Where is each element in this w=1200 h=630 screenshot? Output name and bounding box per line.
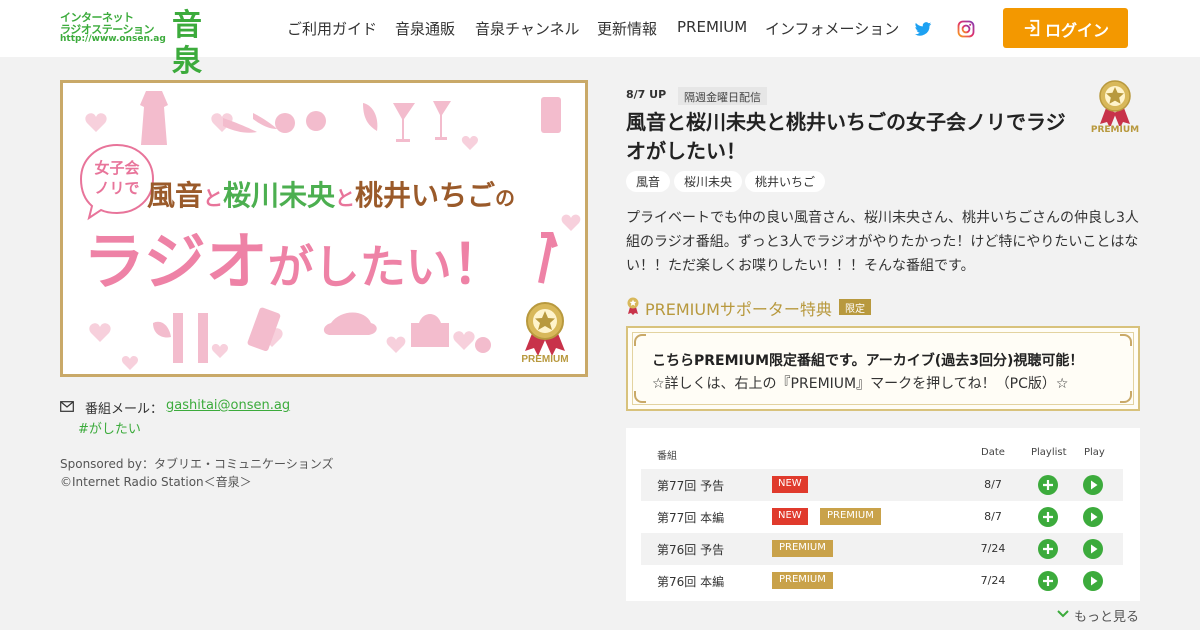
program-description: プライベートでも仲の良い風音さん、桜川未央さん、桃井いちごさんの仲良し3人組のラ… [626, 210, 1139, 274]
bubble-line2: ノリで [94, 180, 139, 197]
chevron-down-icon [1057, 610, 1069, 618]
main-line-c: ！ [452, 235, 506, 295]
episode-date: 8/7 [984, 478, 1002, 491]
premium-medal-icon [1099, 80, 1131, 128]
add-to-playlist-icon[interactable] [1038, 571, 1058, 591]
col-header-play: Play [1084, 447, 1105, 458]
nav-shop[interactable]: 音泉通販 [395, 18, 455, 40]
schedule-badge: 隔週金曜日配信 [678, 87, 767, 105]
new-badge: NEW [772, 476, 808, 493]
onsen-logo[interactable]: インターネット ラジオステーション http://www.onsen.ag 音泉 [60, 8, 220, 79]
episode-date: 7/24 [980, 574, 1006, 587]
episode-date: 7/24 [980, 542, 1006, 555]
nav-channel[interactable]: 音泉チャンネル [475, 18, 580, 40]
main-line-a: ラジオ [83, 228, 268, 297]
name-join-1: と [203, 188, 223, 210]
login-icon [1024, 19, 1040, 37]
play-icon[interactable] [1083, 539, 1103, 559]
name-momoi: 桃井いちご [355, 179, 495, 211]
instagram-icon[interactable] [957, 20, 975, 38]
twitter-icon[interactable] [914, 20, 932, 38]
episode-title: 第76回 予告 [657, 543, 725, 557]
logo-url: http://www.onsen.ag [60, 34, 166, 44]
name-sakuragawa: 桜川未央 [223, 180, 336, 211]
show-more-label: もっと見る [1074, 610, 1140, 625]
mail-label: 番組メール： [85, 402, 164, 417]
episode-table: 番組 Date Playlist Play 第77回 予告 NEW 8/7 第7… [626, 428, 1140, 601]
corner-ornament-icon [634, 334, 646, 346]
col-header-playlist: Playlist [1031, 447, 1067, 458]
sponsor-text: Sponsored by：タブリエ・コミュニケーションズ [60, 457, 334, 471]
decor-items-icon [140, 91, 561, 363]
login-button[interactable]: ログイン [1003, 8, 1128, 48]
add-to-playlist-icon[interactable] [1038, 539, 1058, 559]
cast-tag-momoi[interactable]: 桃井いちご [745, 171, 826, 192]
play-icon[interactable] [1083, 507, 1103, 527]
mail-address-link[interactable]: gashitai@onsen.ag [166, 398, 290, 413]
update-date: 8/7 UP [626, 88, 667, 101]
key-visual-artwork: 女子会 ノリで 風音と桜川未央と桃井いちごの ラジオがしたい！ PREMIUM [79, 91, 581, 370]
nav-guide[interactable]: ご利用ガイド [287, 18, 377, 40]
episode-title: 第77回 予告 [657, 479, 725, 493]
program-title: 風音と桜川未央と桃井いちごの女子会ノリでラジオがしたい！ [626, 110, 1066, 163]
main-title-art: ラジオがしたい！ [83, 228, 506, 297]
add-to-playlist-icon[interactable] [1038, 507, 1058, 527]
notice-line1: こちらPREMIUM限定番組です。アーカイブ(過去3回分)視聴可能！ [652, 353, 1084, 369]
cast-tag-sakuragawa[interactable]: 桜川未央 [674, 171, 743, 192]
episode-title: 第76回 本編 [657, 575, 725, 589]
premium-mark-label: PREMIUM [1090, 125, 1140, 135]
episode-date: 8/7 [984, 510, 1002, 523]
table-row: 第76回 本編 PREMIUM 7/24 [641, 565, 1123, 597]
supporter-label: PREMIUMサポーター特典 [645, 300, 832, 319]
supporter-medal-icon [627, 297, 639, 315]
col-header-program: 番組 [657, 451, 677, 462]
table-row: 第77回 予告 NEW 8/7 [641, 469, 1123, 501]
mail-icon [60, 401, 74, 412]
col-header-date: Date [981, 447, 1005, 458]
hashtag-link[interactable]: #がしたい [78, 418, 141, 437]
play-icon[interactable] [1083, 475, 1103, 495]
play-icon[interactable] [1083, 571, 1103, 591]
kv-premium-label: PREMIUM [521, 354, 568, 365]
premium-medal-icon [525, 302, 565, 356]
limited-badge: 限定 [839, 299, 871, 315]
nav-information[interactable]: インフォメーション [765, 18, 899, 40]
login-label: ログイン [1045, 21, 1110, 40]
premium-mark-button[interactable]: PREMIUM [1088, 80, 1142, 140]
name-kazane: 風音 [147, 179, 203, 211]
nav-updates[interactable]: 更新情報 [597, 18, 657, 40]
arrow-icon [538, 232, 558, 284]
table-row: 第77回 本編 NEW PREMIUM 8/7 [641, 501, 1123, 533]
site-header: インターネット ラジオステーション http://www.onsen.ag 音泉… [0, 0, 1200, 79]
table-row: 第76回 予告 PREMIUM 7/24 [641, 533, 1123, 565]
premium-badge: PREMIUM [772, 540, 833, 557]
logo-kanji: 音泉 [172, 8, 202, 79]
main-line-b: がしたい [268, 241, 452, 293]
name-join-2: と [335, 188, 355, 210]
sponsor-info: Sponsored by：タブリエ・コミュニケーションズ ©Internet R… [60, 455, 334, 491]
premium-notice-box: こちらPREMIUM限定番組です。アーカイブ(過去3回分)視聴可能！ ☆詳しくは… [626, 326, 1140, 411]
premium-badge: PREMIUM [772, 572, 833, 589]
program-key-visual: 女子会 ノリで 風音と桜川未央と桃井いちごの ラジオがしたい！ PREMIUM [60, 80, 588, 377]
cast-tag-kazane[interactable]: 風音 [626, 171, 671, 192]
new-badge: NEW [772, 508, 808, 525]
name-no: の [495, 188, 515, 210]
bubble-line1: 女子会 [94, 159, 139, 177]
names-line: 風音と桜川未央と桃井いちごの [147, 179, 515, 211]
nav-premium[interactable]: PREMIUM [677, 18, 747, 40]
copyright-text: ©Internet Radio Station＜音泉＞ [60, 475, 252, 489]
premium-badge: PREMIUM [820, 508, 881, 525]
episode-title: 第77回 本編 [657, 511, 725, 525]
notice-line2: ☆詳しくは、右上の『PREMIUM』マークを押してね！（PC版）☆ [652, 376, 1069, 392]
add-to-playlist-icon[interactable] [1038, 475, 1058, 495]
